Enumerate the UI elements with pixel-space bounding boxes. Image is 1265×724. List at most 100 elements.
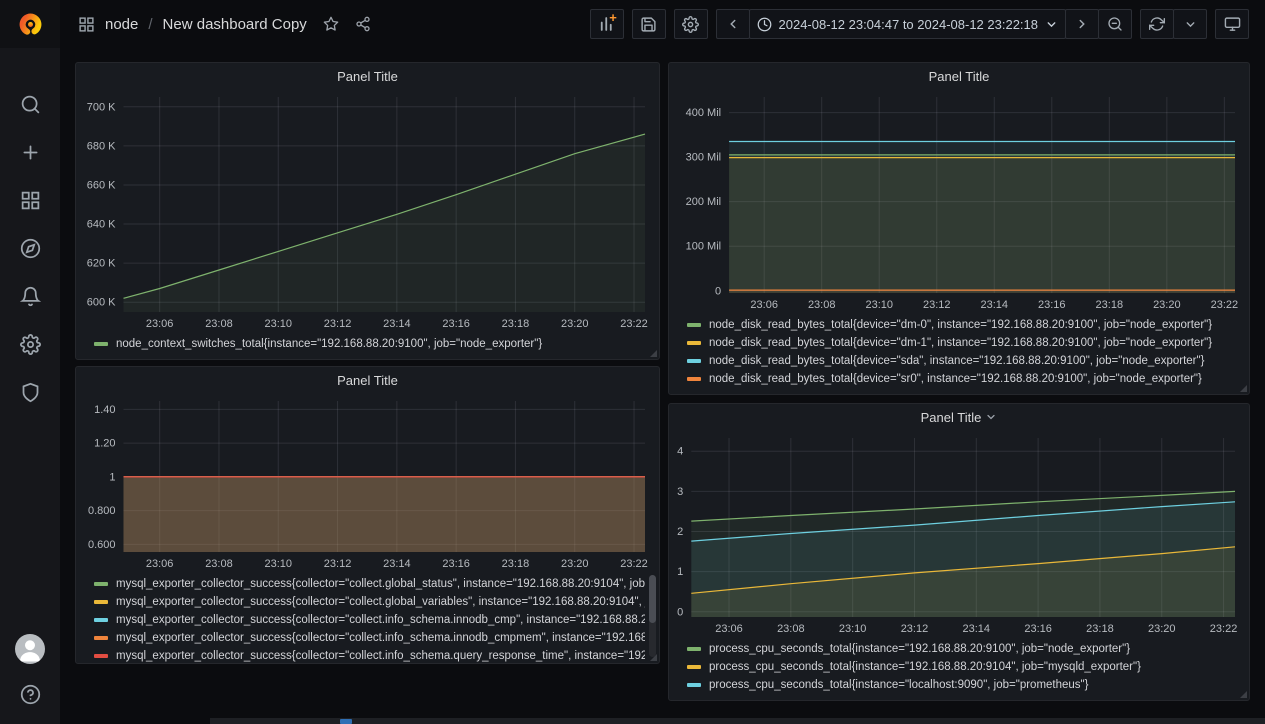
legend-item[interactable]: mysql_exporter_collector_success{collect… [94, 647, 645, 663]
dashboards-icon[interactable] [18, 188, 42, 212]
legend-label: mysql_exporter_collector_success{collect… [116, 578, 645, 590]
legend-item[interactable]: process_cpu_seconds_total{instance="192.… [687, 640, 1249, 658]
legend-item[interactable]: node_disk_read_bytes_total{device="sr0",… [687, 370, 1249, 388]
clock-icon [757, 17, 772, 32]
zoom-out-time-button[interactable] [1098, 9, 1132, 39]
panel-mysql-collector-success: Panel Title 23:0623:0823:1023:1223:1423:… [75, 366, 660, 664]
dashboard-grid-icon [78, 16, 95, 33]
legend-item[interactable]: node_disk_read_bytes_total{device="dm-0"… [687, 316, 1249, 334]
time-shift-back-button[interactable] [716, 9, 750, 39]
explore-compass-icon[interactable] [18, 236, 42, 260]
refresh-interval-dropdown[interactable] [1173, 9, 1207, 39]
svg-text:23:22: 23:22 [620, 558, 648, 570]
legend-scrollbar[interactable] [649, 575, 656, 657]
svg-text:200 Mil: 200 Mil [686, 196, 721, 208]
create-plus-icon[interactable] [18, 140, 42, 164]
panel-resize-handle[interactable] [1240, 385, 1247, 392]
breadcrumb: node / New dashboard Copy [78, 16, 371, 33]
legend-item[interactable]: process_cpu_seconds_total{instance="192.… [687, 658, 1249, 676]
svg-text:23:18: 23:18 [1096, 299, 1124, 311]
legend-label: mysql_exporter_collector_success{collect… [116, 632, 645, 644]
panel-title[interactable]: Panel Title [921, 410, 982, 425]
configuration-gear-icon[interactable] [18, 332, 42, 356]
dashboard-settings-button[interactable] [674, 9, 708, 39]
time-range-picker[interactable]: 2024-08-12 23:04:47 to 2024-08-12 23:22:… [749, 9, 1067, 39]
svg-text:23:20: 23:20 [561, 318, 589, 330]
svg-text:23:18: 23:18 [1086, 623, 1114, 635]
add-panel-plus-icon: + [609, 11, 617, 24]
series-color-swatch [94, 582, 108, 586]
cycle-view-mode-button[interactable] [1215, 9, 1249, 39]
legend-label: mysql_exporter_collector_success{collect… [116, 596, 645, 608]
share-icon[interactable] [355, 16, 371, 32]
svg-text:23:10: 23:10 [264, 558, 292, 570]
series-color-swatch [687, 341, 701, 345]
svg-text:23:10: 23:10 [839, 623, 867, 635]
legend-item[interactable]: process_cpu_seconds_total{instance="loca… [687, 676, 1249, 694]
legend-item[interactable]: mysql_exporter_collector_success{collect… [94, 593, 645, 611]
legend-item[interactable]: node_context_switches_total{instance="19… [94, 335, 659, 353]
time-shift-forward-button[interactable] [1065, 9, 1099, 39]
panel-header[interactable]: Panel Title [669, 404, 1249, 430]
grafana-logo[interactable] [0, 0, 60, 48]
series-color-swatch [687, 359, 701, 363]
svg-text:23:06: 23:06 [750, 299, 778, 311]
panel-resize-handle[interactable] [650, 350, 657, 357]
time-range-label: 2024-08-12 23:04:47 to 2024-08-12 23:22:… [779, 17, 1039, 32]
user-avatar[interactable] [15, 634, 45, 664]
legend-item[interactable]: node_disk_read_bytes_total{device="sda",… [687, 352, 1249, 370]
panel-header[interactable]: Panel Title [76, 367, 659, 393]
legend-label: process_cpu_seconds_total{instance="192.… [709, 643, 1130, 655]
svg-text:1.40: 1.40 [94, 404, 115, 416]
help-icon[interactable] [18, 682, 42, 706]
series-color-swatch [687, 647, 701, 651]
panel-header[interactable]: Panel Title [76, 63, 659, 89]
panel-resize-handle[interactable] [650, 654, 657, 661]
panel-title[interactable]: Panel Title [929, 69, 990, 84]
legend-item[interactable]: mysql_exporter_collector_success{collect… [94, 611, 645, 629]
breadcrumb-dashboard-title[interactable]: New dashboard Copy [163, 16, 307, 33]
refresh-button[interactable] [1140, 9, 1174, 39]
legend-item[interactable]: mysql_exporter_collector_success{collect… [94, 575, 645, 593]
search-icon[interactable] [18, 92, 42, 116]
add-panel-button[interactable]: + [590, 9, 624, 39]
scrollbar-thumb[interactable] [649, 575, 656, 623]
series-color-swatch [94, 618, 108, 622]
star-icon[interactable] [323, 16, 339, 32]
chart-area[interactable]: 23:0623:0823:1023:1223:1423:1623:1823:20… [669, 89, 1249, 314]
legend-item[interactable]: node_disk_read_bytes_total{device="dm-1"… [687, 334, 1249, 352]
series-color-swatch [94, 636, 108, 640]
svg-text:680 K: 680 K [87, 140, 116, 152]
chart-area[interactable]: 23:0623:0823:1023:1223:1423:1623:1823:20… [76, 393, 659, 573]
save-dashboard-button[interactable] [632, 9, 666, 39]
server-admin-shield-icon[interactable] [18, 380, 42, 404]
panel-resize-handle[interactable] [1240, 691, 1247, 698]
svg-text:23:20: 23:20 [1153, 299, 1181, 311]
panel-header[interactable]: Panel Title [669, 63, 1249, 89]
navbar: node / New dashboard Copy + 2024-08-12 2… [60, 0, 1265, 48]
svg-text:23:06: 23:06 [146, 558, 174, 570]
svg-text:100 Mil: 100 Mil [686, 241, 721, 253]
legend-label: process_cpu_seconds_total{instance="loca… [709, 679, 1088, 691]
breadcrumb-folder[interactable]: node [105, 16, 138, 33]
chart-area[interactable]: 23:0623:0823:1023:1223:1423:1623:1823:20… [669, 430, 1249, 638]
legend-label: mysql_exporter_collector_success{collect… [116, 650, 645, 662]
legend-label: node_disk_read_bytes_total{device="dm-0"… [709, 319, 1212, 331]
series-color-swatch [687, 377, 701, 381]
svg-text:23:08: 23:08 [205, 558, 233, 570]
svg-text:23:22: 23:22 [1210, 623, 1238, 635]
panel-title[interactable]: Panel Title [337, 373, 398, 388]
svg-text:23:08: 23:08 [205, 318, 233, 330]
svg-text:23:20: 23:20 [561, 558, 589, 570]
alerting-bell-icon[interactable] [18, 284, 42, 308]
panel-title[interactable]: Panel Title [337, 69, 398, 84]
svg-text:23:14: 23:14 [383, 318, 411, 330]
chart-area[interactable]: 23:0623:0823:1023:1223:1423:1623:1823:20… [76, 89, 659, 333]
svg-text:23:22: 23:22 [620, 318, 648, 330]
chevron-down-icon [1045, 18, 1058, 31]
svg-text:400 Mil: 400 Mil [686, 107, 721, 119]
svg-text:0: 0 [715, 285, 721, 297]
panel-menu-chevron-icon[interactable] [985, 411, 997, 423]
legend-item[interactable]: mysql_exporter_collector_success{collect… [94, 629, 645, 647]
svg-text:0.800: 0.800 [88, 505, 116, 517]
